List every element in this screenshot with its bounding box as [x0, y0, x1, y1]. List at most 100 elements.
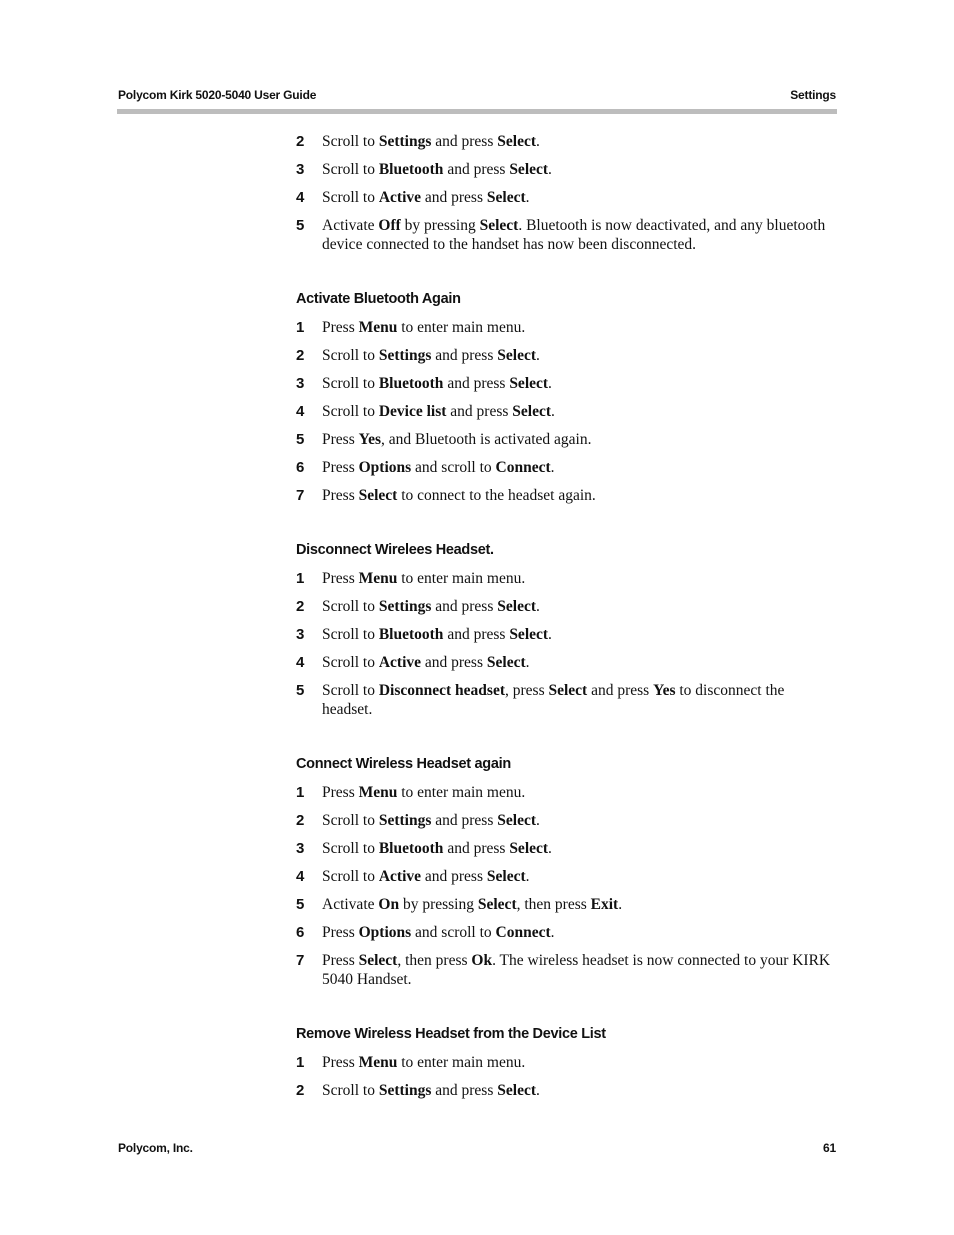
text-run: , then press: [397, 952, 472, 969]
ui-term: Off: [378, 217, 401, 234]
text-run: Scroll to: [322, 682, 379, 699]
text-run: .: [548, 375, 552, 392]
text-run: .: [536, 133, 540, 150]
step-item: 7 Press Select, then press Ok. The wirele…: [296, 951, 836, 989]
step-number: 7: [296, 487, 305, 504]
step-number: 6: [296, 924, 305, 941]
text-run: , and Bluetooth is activated again.: [381, 431, 592, 448]
text-run: Scroll to: [322, 403, 379, 420]
text-run: .: [525, 654, 530, 671]
step-number: 1: [296, 784, 305, 801]
step-text: Activate Off by pressing Select. Bluetoo…: [322, 217, 825, 253]
page-number: 61: [823, 1141, 836, 1155]
step-number: 1: [296, 319, 305, 336]
step-number: 7: [296, 952, 305, 969]
text-run: to enter main menu.: [397, 784, 526, 801]
step-item: 5 Activate On by pressing Select, then pr…: [296, 895, 836, 914]
procedure-section: Connect Wireless Headset again 1 Press Men…: [296, 755, 836, 989]
text-run: by pressing: [399, 896, 478, 913]
step-item: 2 Scroll to Settings and press Select.: [296, 811, 836, 830]
text-run: and press: [421, 654, 487, 671]
step-number: 1: [296, 1054, 305, 1071]
ui-term: Bluetooth: [378, 626, 444, 643]
step-text: Scroll to Active and press Select.: [322, 189, 530, 206]
step-item: 5 Activate Off by pressing Select. Blueto…: [296, 216, 836, 254]
text-run: Activate: [322, 217, 379, 234]
step-text: Press Options and scroll to Connect.: [322, 924, 555, 941]
step-text: Scroll to Bluetooth and press Select.: [322, 375, 552, 392]
procedure-section: Activate Bluetooth Again 1 Press Menu to e…: [296, 290, 836, 505]
step-number: 2: [296, 1082, 305, 1099]
procedure-section: 2 Scroll to Settings and press Select. 3 Sc…: [296, 132, 836, 254]
text-run: Scroll to: [322, 189, 379, 206]
step-number: 3: [296, 840, 305, 857]
section-heading: Connect Wireless Headset again: [296, 756, 511, 772]
ui-term: Active: [378, 868, 422, 885]
step-item: 1 Press Menu to enter main menu.: [296, 318, 836, 337]
step-number: 3: [296, 375, 305, 392]
text-run: Press: [322, 570, 359, 587]
text-run: Scroll to: [322, 868, 379, 885]
step-item: 4 Scroll to Active and press Select.: [296, 188, 836, 207]
text-run: to enter main menu.: [397, 1054, 526, 1071]
step-item: 6 Press Options and scroll to Connect.: [296, 458, 836, 477]
text-run: and press: [431, 598, 498, 615]
step-number: 4: [296, 868, 305, 885]
text-run: and press: [587, 682, 654, 699]
step-item: 3 Scroll to Bluetooth and press Select.: [296, 374, 836, 393]
text-run: .: [525, 868, 530, 885]
step-item: 2 Scroll to Settings and press Select.: [296, 597, 836, 616]
step-item: 3 Scroll to Bluetooth and press Select.: [296, 839, 836, 858]
text-run: Scroll to: [322, 161, 379, 178]
text-run: by pressing: [400, 217, 480, 234]
text-run: Press: [322, 952, 359, 969]
ui-term: Connect: [495, 924, 551, 941]
ui-term: Options: [358, 924, 412, 941]
section-heading: Disconnect Wirelees Headset.: [296, 542, 494, 558]
ui-term: Select: [486, 189, 526, 206]
step-item: 2 Scroll to Settings and press Select.: [296, 346, 836, 365]
ui-term: Menu: [358, 570, 398, 587]
step-text: Scroll to Settings and press Select.: [322, 1082, 540, 1099]
text-run: Press: [322, 924, 359, 941]
ui-term: Menu: [358, 1054, 398, 1071]
step-number: 3: [296, 161, 305, 178]
text-run: Scroll to: [322, 654, 379, 671]
step-number: 6: [296, 459, 305, 476]
step-text: Scroll to Bluetooth and press Select.: [322, 840, 552, 857]
ui-term: Connect: [495, 459, 551, 476]
step-item: 2 Scroll to Settings and press Select.: [296, 1081, 836, 1100]
step-text: Scroll to Settings and press Select.: [322, 598, 540, 615]
text-run: .: [525, 189, 530, 206]
text-run: and scroll to: [411, 459, 496, 476]
text-run: Press: [322, 784, 359, 801]
text-run: , press: [505, 682, 549, 699]
text-run: and scroll to: [411, 924, 496, 941]
ui-term: Bluetooth: [378, 161, 444, 178]
ui-term: Bluetooth: [378, 840, 444, 857]
text-run: Scroll to: [322, 626, 379, 643]
ui-term: On: [378, 896, 400, 913]
ui-term: Select: [486, 654, 526, 671]
text-run: and press: [421, 868, 487, 885]
text-run: .: [618, 896, 623, 913]
ui-term: Select: [358, 487, 398, 504]
text-run: Press: [322, 1054, 359, 1071]
text-run: and press: [443, 161, 510, 178]
text-run: and press: [421, 189, 487, 206]
step-number: 1: [296, 570, 305, 587]
step-text: Press Yes, and Bluetooth is activated ag…: [322, 431, 591, 448]
text-run: to enter main menu.: [397, 570, 526, 587]
step-text: Activate On by pressing Select, then pre…: [322, 896, 622, 913]
step-text: Scroll to Disconnect headset, press Sele…: [322, 682, 784, 718]
step-item: 4 Scroll to Device list and press Select.: [296, 402, 836, 421]
step-item: 4 Scroll to Active and press Select.: [296, 867, 836, 886]
step-item: 3 Scroll to Bluetooth and press Select.: [296, 160, 836, 179]
text-run: Press: [322, 431, 359, 448]
step-number: 4: [296, 403, 305, 420]
step-number: 2: [296, 347, 305, 364]
ui-term: Yes: [358, 431, 381, 448]
step-item: 6 Press Options and scroll to Connect.: [296, 923, 836, 942]
text-run: .: [548, 840, 552, 857]
main-content: 2 Scroll to Settings and press Select. 3 Sc…: [296, 132, 836, 1109]
